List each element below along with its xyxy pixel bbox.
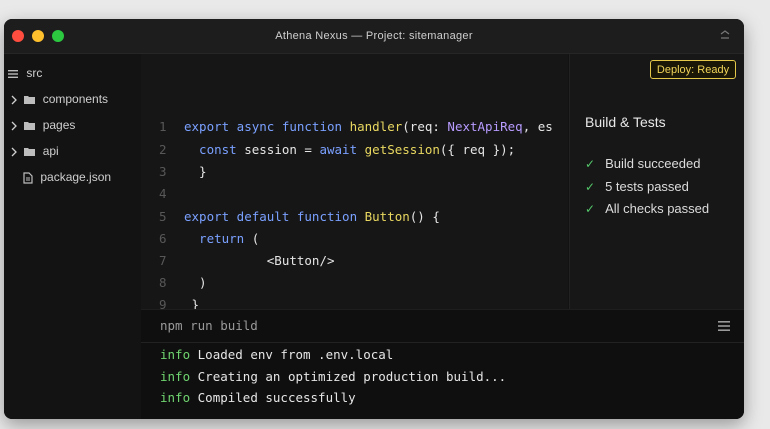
- check-icon: ✓: [585, 180, 596, 194]
- code-token: await: [319, 142, 365, 157]
- code-text: const session = await getSession({ req }…: [184, 139, 515, 161]
- line-number: 2: [159, 142, 167, 157]
- code-token: (req:: [402, 119, 448, 134]
- test-result-label: Build succeeded: [605, 156, 701, 171]
- code-token: handler: [349, 119, 403, 134]
- test-result-label: All checks passed: [605, 201, 710, 216]
- chevron-icon[interactable]: [718, 28, 732, 42]
- line-number: 6: [159, 231, 167, 246]
- file-explorer: src components pages api package.json: [4, 54, 141, 419]
- code-token: NextApiReq: [447, 119, 523, 134]
- sidebar-item-api[interactable]: api: [10, 141, 59, 161]
- sidebar-item-label: pages: [42, 118, 76, 132]
- code-editor[interactable]: 1 export async function handler(req: Next…: [141, 54, 568, 312]
- sidebar-item-label: package.json: [40, 170, 112, 184]
- test-result-label: 5 tests passed: [605, 179, 689, 194]
- sidebar-root-label: src: [26, 66, 43, 80]
- terminal-line: info Loaded env from .env.local: [160, 344, 393, 366]
- code-text: export async function handler(req: NextA…: [184, 116, 553, 138]
- code-token: ({ req });: [439, 142, 516, 157]
- line-number: 1: [159, 119, 167, 134]
- title-bar: Athena Nexus — Project: sitemanager: [4, 19, 744, 54]
- file-icon: [23, 172, 33, 184]
- code-token: export async function: [184, 119, 350, 134]
- code-token: return: [184, 231, 252, 246]
- deploy-status-badge[interactable]: Deploy: Ready: [650, 60, 736, 79]
- build-tests-panel: Build & Tests ✓ Build succeeded ✓ 5 tests …: [569, 54, 744, 309]
- code-token: Button: [364, 209, 410, 224]
- chevron-right-icon: [11, 121, 17, 131]
- line-number: 3: [159, 164, 167, 179]
- terminal-line: info Compiled successfully: [160, 387, 356, 409]
- test-result-item: ✓ 5 tests passed: [585, 177, 689, 197]
- menu-icon[interactable]: [718, 321, 730, 331]
- chevron-right-icon: [11, 95, 17, 105]
- test-result-item: ✓ Build succeeded: [585, 154, 700, 174]
- line-number: 4: [159, 186, 167, 201]
- chevron-right-icon: [11, 147, 17, 157]
- window-title: Athena Nexus — Project: sitemanager: [275, 30, 473, 42]
- terminal-header: npm run build: [141, 310, 744, 343]
- folder-icon: [24, 95, 36, 104]
- menu-icon: [8, 69, 18, 78]
- sidebar-item-label: api: [42, 144, 59, 158]
- code-text: return (: [184, 228, 259, 250]
- log-text: Loaded env from .env.local: [197, 347, 394, 362]
- terminal-panel[interactable]: npm run build info Loaded env from .env.…: [141, 309, 744, 419]
- sidebar-item-label: components: [42, 92, 109, 106]
- test-result-item: ✓ All checks passed: [585, 199, 709, 219]
- code-token: getSession: [364, 142, 440, 157]
- log-level: info: [160, 347, 191, 362]
- code-token: export default function: [184, 209, 365, 224]
- code-token: (: [251, 231, 260, 246]
- folder-icon: [24, 121, 36, 130]
- line-number: 7: [159, 253, 167, 268]
- line-number: 5: [159, 209, 167, 224]
- code-token: ): [184, 275, 207, 290]
- code-text: ): [184, 272, 207, 294]
- log-text: Compiled successfully: [197, 390, 356, 405]
- terminal-command: npm run build: [160, 318, 258, 333]
- sidebar-item-components[interactable]: components: [10, 89, 108, 109]
- sidebar-item-package-json[interactable]: package.json: [23, 167, 111, 187]
- terminal-line: info Creating an optimized production bu…: [160, 366, 506, 388]
- app-window: Athena Nexus — Project: sitemanager src …: [4, 19, 744, 419]
- code-token: session =: [244, 142, 320, 157]
- build-tests-title: Build & Tests: [585, 114, 666, 130]
- log-level: info: [160, 369, 191, 384]
- check-icon: ✓: [585, 202, 596, 216]
- code-text: export default function Button() {: [184, 206, 440, 228]
- code-token: }: [184, 164, 207, 179]
- sidebar-root[interactable]: src: [8, 63, 42, 83]
- line-number: 8: [159, 275, 167, 290]
- folder-icon: [24, 147, 36, 156]
- code-text: }: [184, 161, 207, 183]
- log-text: Creating an optimized production build..…: [197, 369, 507, 384]
- code-token: , es: [522, 119, 553, 134]
- code-token: <Button/>: [184, 253, 335, 268]
- check-icon: ✓: [585, 157, 596, 171]
- log-level: info: [160, 390, 191, 405]
- code-token: const: [184, 142, 245, 157]
- sidebar-item-pages[interactable]: pages: [10, 115, 75, 135]
- code-token: () {: [409, 209, 440, 224]
- code-text: <Button/>: [184, 250, 335, 272]
